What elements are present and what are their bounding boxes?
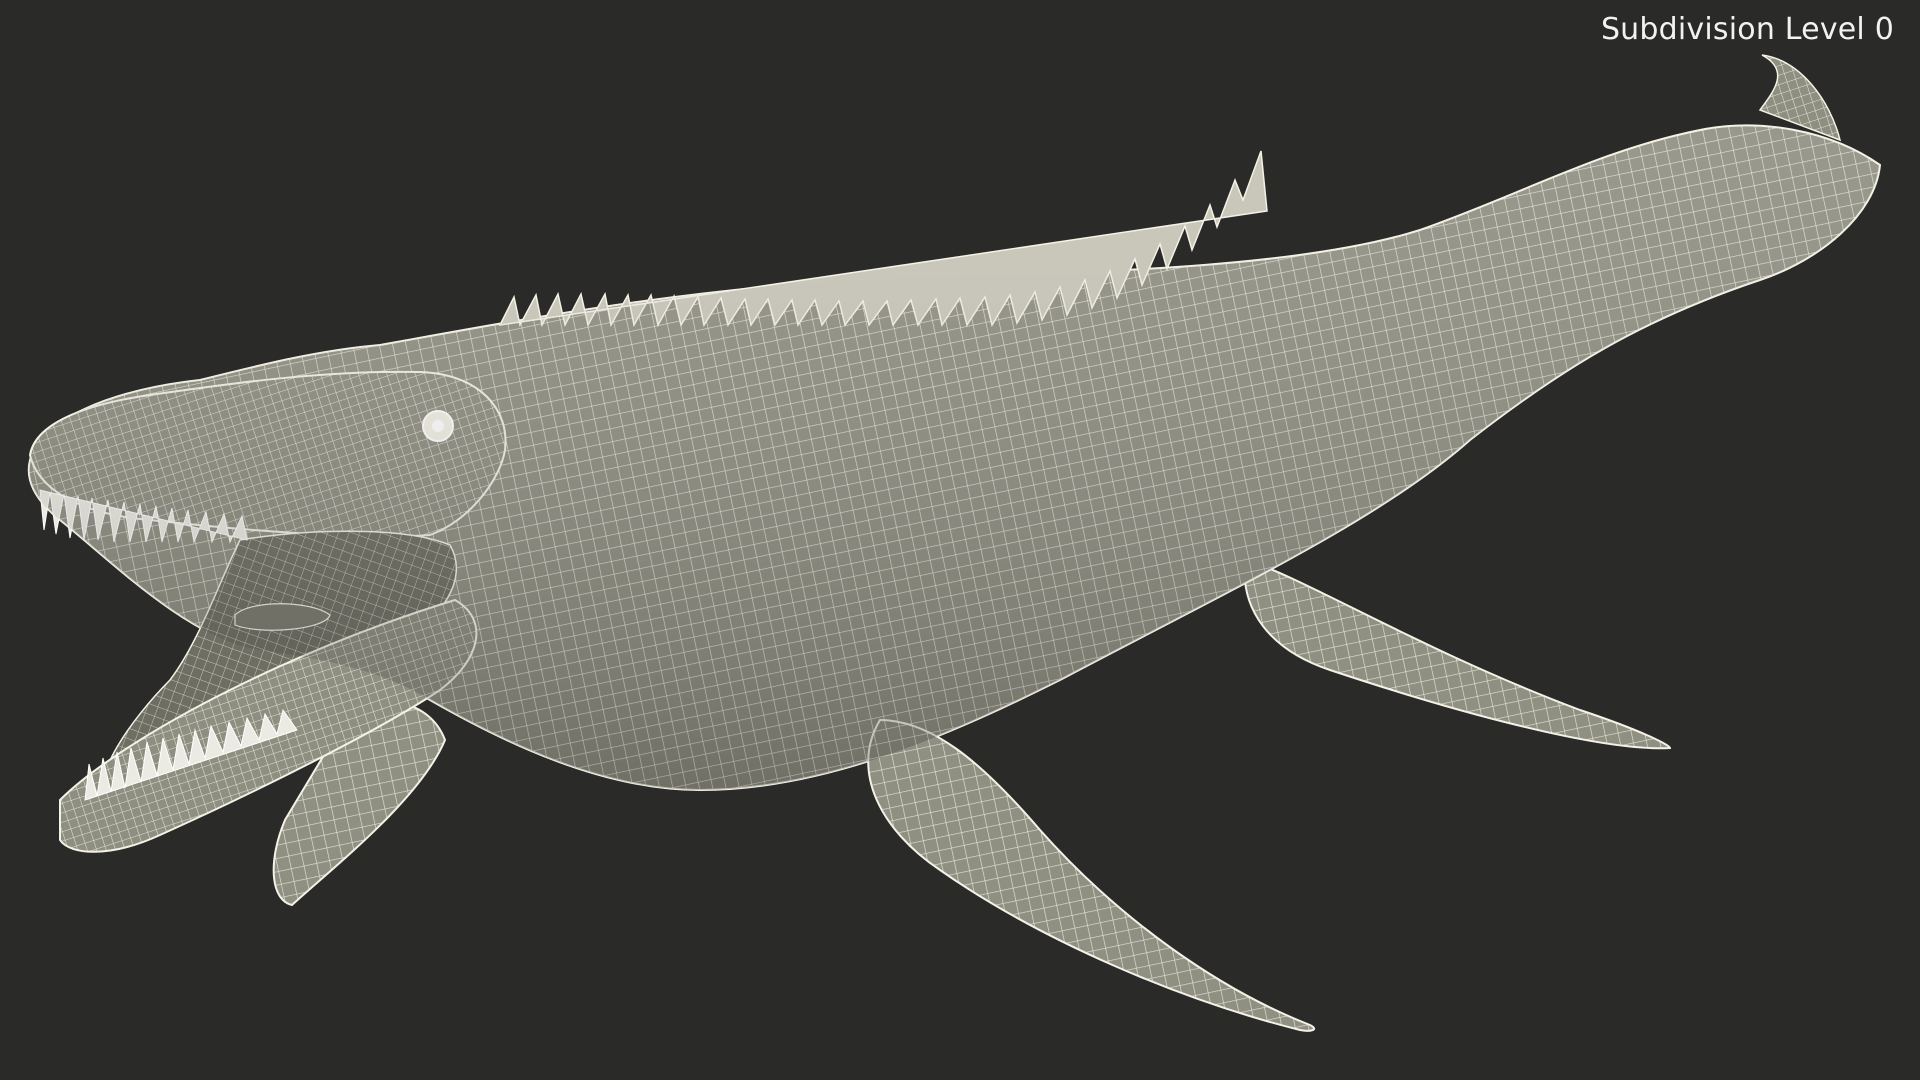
render-viewport: Subdivision Level 0	[0, 0, 1920, 1080]
subdivision-level-label: Subdivision Level 0	[1600, 12, 1894, 47]
rear-flipper	[1243, 558, 1672, 750]
right-flipper	[867, 718, 1316, 1032]
mosasaurus-wireframe-render	[27, 54, 1882, 1032]
